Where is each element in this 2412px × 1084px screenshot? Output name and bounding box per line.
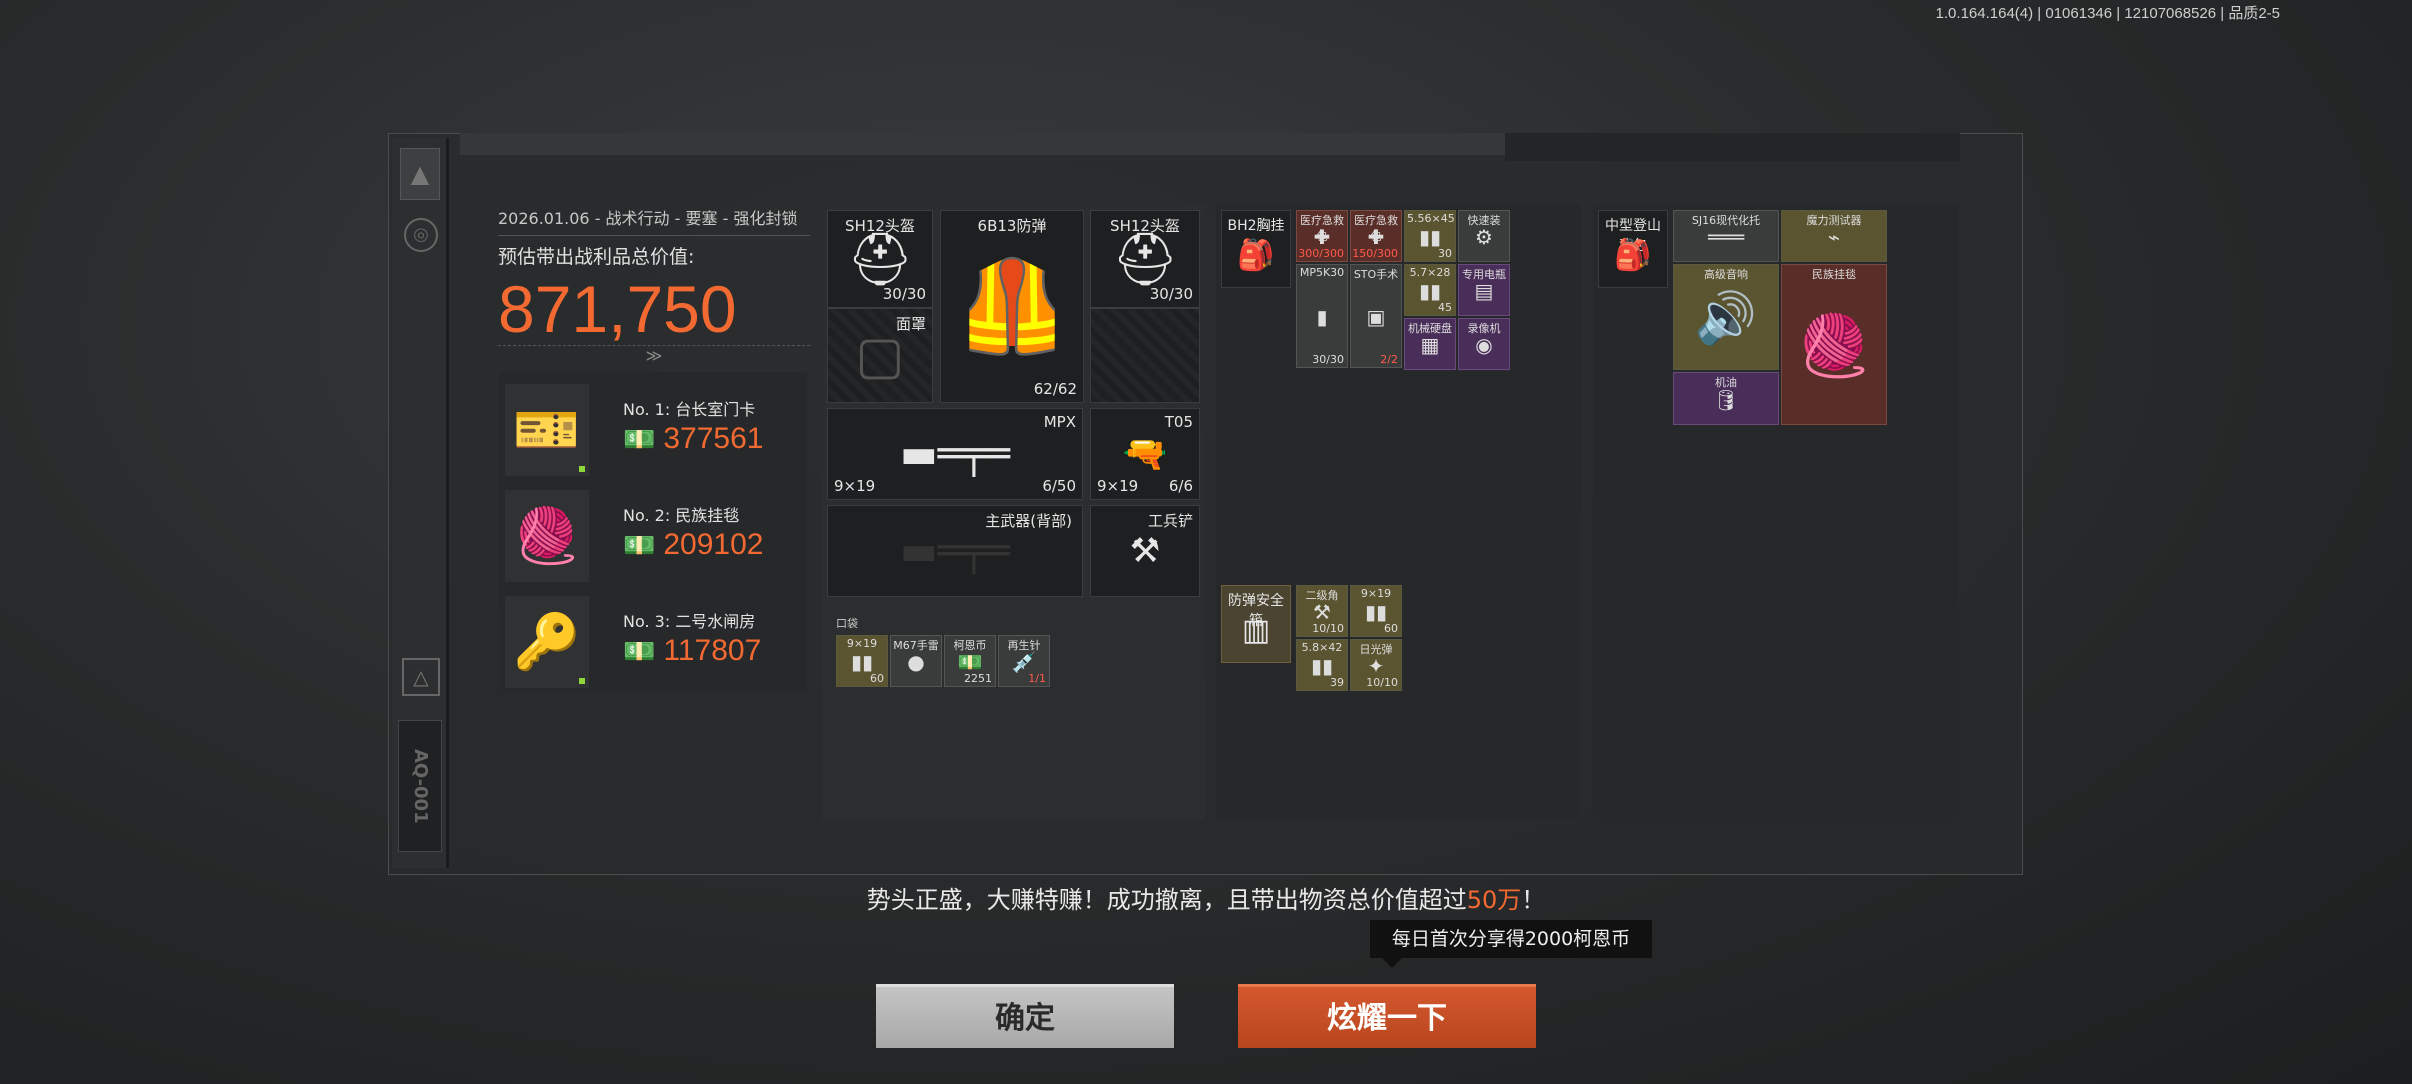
backpack-panel: 中型登山背包 🎒 SJ16现代化托 ═══ 魔力测试器 ⌁ 高级音响 🔊 民族挂毯 🧶 … <box>1593 205 1958 820</box>
item-rank: No. 3: 二号水闸房 <box>623 612 756 631</box>
oil-icon: 🛢 <box>1713 387 1739 412</box>
tester-icon: ⌁ <box>1827 225 1841 249</box>
summary-panel: 2026.01.06 - 战术行动 - 要塞 - 强化封锁 预估带出战利品总价值… <box>498 205 810 365</box>
operation-title: 2026.01.06 - 战术行动 - 要塞 - 强化封锁 <box>498 205 810 236</box>
equipment-panel: SH12头盔 ⛑ 30/30 面罩 ▢ 6B13防弹 🦺 62/62 SH12头… <box>822 205 1205 820</box>
armor-icon: 🦺 <box>955 254 1069 359</box>
pistol-icon: 🔫 <box>1122 434 1168 475</box>
helmet-icon: ⛑ <box>846 229 913 290</box>
item-value: 377561 <box>663 422 764 455</box>
pocket-item[interactable]: M67手雷 ● <box>890 635 942 687</box>
cash-icon: 💵 <box>623 636 656 666</box>
share-tooltip: 每日首次分享得2000柯恩币 <box>1370 920 1652 968</box>
magazine-icon: ▮ <box>1316 305 1328 329</box>
cash-icon: 💵 <box>623 530 656 560</box>
rig-panel: BH2胸挂 🎒 医疗急救包 ✚ 300/300 医疗急救包 ✚ 150/300 5.56… <box>1216 205 1581 820</box>
safe-box-icon: ▥ <box>1241 612 1271 648</box>
rig-item[interactable]: 机械硬盘 ▦ <box>1404 318 1456 370</box>
pocket-item[interactable]: 9×19 ▮▮ 60 <box>836 635 888 687</box>
list-item[interactable]: 🧶 No. 2: 民族挂毯 💵 209102 <box>499 484 807 588</box>
item-rank: No. 1: 台长室门卡 <box>623 400 756 419</box>
grenade-icon: ● <box>907 650 925 674</box>
rig-item[interactable]: 5.7×28 ▮▮ 45 <box>1404 264 1456 316</box>
side-rail: ▲ ◎ △ AQ-001 <box>392 138 449 868</box>
item-rank: No. 2: 民族挂毯 <box>623 506 740 525</box>
safe-item[interactable]: 5.8×42 ▮▮ 39 <box>1296 639 1348 691</box>
safe-item[interactable]: 二级角 ⚒ 10/10 <box>1296 585 1348 637</box>
safe-item[interactable]: 日光弹 ✦ 10/10 <box>1350 639 1402 691</box>
list-item[interactable]: 🎫 No. 1: 台长室门卡 💵 377561 <box>499 378 807 482</box>
melee-slot[interactable]: 工兵铲 ⚒ <box>1090 505 1200 597</box>
share-button[interactable]: 炫耀一下 <box>1238 984 1536 1048</box>
primary-weapon-slot[interactable]: MPX ▬═╤═ 9×19 6/50 <box>827 408 1083 500</box>
back-weapon-slot[interactable]: 主武器(背部) ▬═╤═ <box>827 505 1083 597</box>
rig-item[interactable]: 5.56×45 ▮▮ 30 <box>1404 210 1456 262</box>
tool-icon: ⚙ <box>1475 225 1493 249</box>
rig-item[interactable]: 快速装 ⚙ <box>1458 210 1510 262</box>
helmet-slot[interactable]: SH12头盔 ⛑ 30/30 <box>827 210 933 308</box>
stock-icon: ═══ <box>1707 225 1745 249</box>
rifle-icon: ▬═╤═ <box>899 431 1011 477</box>
battery-icon: ▤ <box>1474 279 1494 303</box>
logo-icon: ▲ <box>400 148 440 200</box>
card-icon: 🎫 <box>505 384 589 476</box>
rail-code: AQ-001 <box>398 720 442 852</box>
warning-icon: △ <box>402 658 440 696</box>
backpack-item[interactable]: 民族挂毯 🧶 <box>1781 264 1887 425</box>
top-items-list: 🎫 No. 1: 台长室门卡 💵 377561 🧶 No. 2: 民族挂毯 💵 20… <box>499 372 807 690</box>
rug-icon: 🧶 <box>1796 311 1872 381</box>
version-label: 1.0.164.164(4) | 01061346 | 12107068526 … <box>1935 5 2280 22</box>
rig-item[interactable]: MP5K30 ▮ 30/30 <box>1296 264 1348 368</box>
surgery-kit-icon: ▣ <box>1366 305 1386 329</box>
safe-item[interactable]: 9×19 ▮▮ 60 <box>1350 585 1402 637</box>
rug-icon: 🧶 <box>505 490 589 582</box>
value-label: 预估带出战利品总价值: <box>498 246 695 268</box>
speaker-icon: 🔊 <box>1694 288 1758 347</box>
hard-drive-icon: ▦ <box>1420 333 1440 357</box>
rifle-silhouette-icon: ▬═╤═ <box>899 528 1011 574</box>
helmet-slot[interactable]: SH12头盔 ⛑ 30/30 <box>1090 210 1200 308</box>
result-message: 势头正盛，大赚特赚！成功撤离，且带出物资总价值超过50万！ <box>866 886 1546 914</box>
rig-slot[interactable]: BH2胸挂 🎒 <box>1221 210 1291 288</box>
mask-icon: ▢ <box>855 325 905 386</box>
helmet-icon: ⛑ <box>1111 229 1178 290</box>
safe-box-slot[interactable]: 防弹安全箱 ▥ <box>1221 585 1291 663</box>
shovel-icon: ⚒ <box>1129 531 1161 571</box>
item-value: 209102 <box>663 528 764 561</box>
item-value: 117807 <box>663 634 762 667</box>
pocket-item[interactable]: 再生针 💉 1/1 <box>998 635 1050 687</box>
backpack-slot[interactable]: 中型登山背包 🎒 <box>1598 210 1668 288</box>
globe-icon: ◎ <box>404 218 438 252</box>
rig-icon: 🎒 <box>1237 237 1275 273</box>
cash-icon: 💵 <box>623 424 656 454</box>
rig-item[interactable]: STO手术 ▣ 2/2 <box>1350 264 1402 368</box>
pocket-label: 口袋 <box>836 617 858 630</box>
list-item[interactable]: 🔑 No. 3: 二号水闸房 💵 117807 <box>499 590 807 694</box>
rig-item[interactable]: 专用电瓶 ▤ <box>1458 264 1510 316</box>
pocket-item[interactable]: 柯恩币 💵 2251 <box>944 635 996 687</box>
rig-item[interactable]: 录像机 ◉ <box>1458 318 1510 370</box>
camera-icon: ◉ <box>1475 333 1493 357</box>
armor-slot[interactable]: 6B13防弹 🦺 62/62 <box>940 210 1084 403</box>
rig-item[interactable]: 医疗急救包 ✚ 300/300 <box>1296 210 1348 262</box>
pistol-slot[interactable]: T05 🔫 9×19 6/6 <box>1090 408 1200 500</box>
panel-top-bar <box>460 133 1960 161</box>
empty-slot[interactable] <box>1090 308 1200 403</box>
total-value: 871,750 <box>498 272 737 346</box>
rig-item[interactable]: 医疗急救包 ✚ 150/300 <box>1350 210 1402 262</box>
backpack-item[interactable]: 机油 🛢 <box>1673 372 1779 425</box>
backpack-item[interactable]: SJ16现代化托 ═══ <box>1673 210 1779 262</box>
backpack-item[interactable]: 高级音响 🔊 <box>1673 264 1779 370</box>
confirm-button[interactable]: 确定 <box>876 984 1174 1048</box>
backpack-icon: 🎒 <box>1614 237 1652 273</box>
backpack-item[interactable]: 魔力测试器 ⌁ <box>1781 210 1887 262</box>
mask-slot[interactable]: 面罩 ▢ <box>827 308 933 403</box>
key-icon: 🔑 <box>505 596 589 688</box>
